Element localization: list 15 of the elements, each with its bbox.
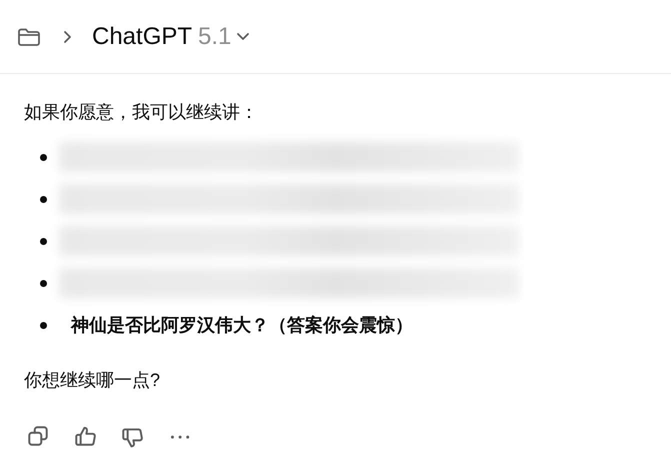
bullet-icon: [40, 154, 47, 160]
caret-icon[interactable]: [236, 32, 250, 41]
question-text: 你想继续哪一点?: [24, 369, 162, 392]
list-item-text: 神仙是否比阿罗汉伟大？（答案你会震惊）: [71, 314, 413, 337]
chevron-right-icon: [63, 30, 72, 44]
bullet-icon: [40, 280, 47, 286]
intro-text: 如果你愿意，我可以继续讲：: [24, 101, 259, 124]
model-version: 5.1: [198, 22, 232, 50]
chat-title: ChatGPT: [92, 22, 192, 50]
bullet-icon: [40, 322, 47, 328]
copy-icon[interactable]: [26, 424, 50, 448]
bullet-icon: [40, 238, 47, 244]
bullet-icon: [40, 196, 47, 202]
folder-icon[interactable]: [17, 26, 41, 46]
thumbs-up-icon[interactable]: [73, 424, 97, 448]
